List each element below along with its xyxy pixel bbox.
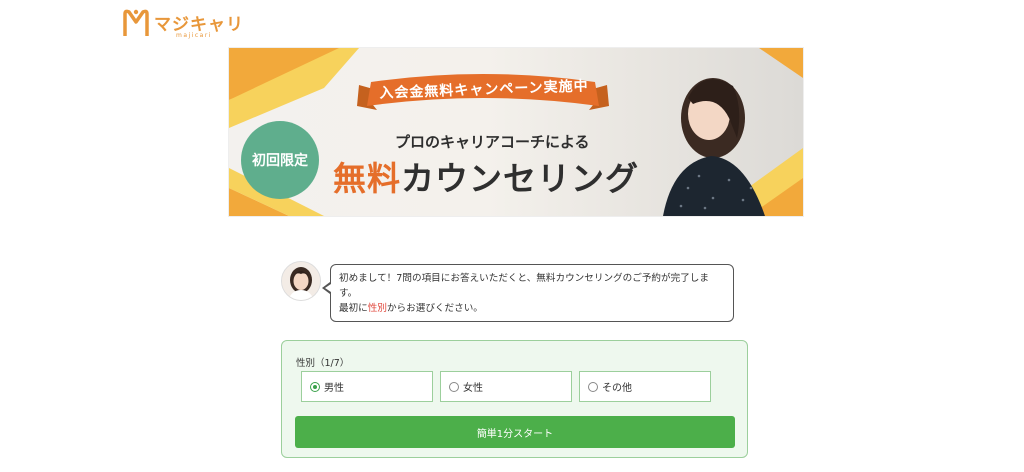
chat-line-3: 最初に性別からお選びください。 [339, 301, 725, 316]
question-label: 性別（1/7） [296, 358, 350, 369]
radio-checked-icon[interactable] [310, 381, 320, 392]
chat-line-1: 初めまして！7問の項目にお答えいただくと、無料カウンセリングのご予約が完了しま [339, 273, 709, 284]
banner-subheading: プロのキャリアコーチによる [395, 133, 590, 151]
logo-subtext: majicari [176, 32, 212, 39]
first-time-badge-text: 初回限定 [252, 153, 308, 169]
start-button[interactable]: 簡単1分スタート [295, 416, 735, 448]
option-male[interactable]: 男性 [301, 371, 433, 402]
gender-question-form: 性別（1/7） 男性 女性 その他 簡単1分スタート [281, 340, 748, 458]
chat-highlight-gender: 性別 [367, 303, 387, 314]
option-other[interactable]: その他 [579, 371, 711, 402]
option-female-label: 女性 [463, 383, 483, 394]
chat-bubble-tail-inner [325, 284, 331, 292]
avatar-face-icon [282, 262, 320, 300]
option-male-label: 男性 [324, 383, 344, 394]
logo[interactable]: マジキャリ majicari [122, 6, 252, 42]
chat-line-3-after: からお選びください。 [386, 303, 483, 314]
chat-line-3-before: 最初に [339, 303, 368, 314]
chat-bubble: 初めまして！7問の項目にお答えいただくと、無料カウンセリングのご予約が完了しま … [330, 264, 734, 322]
banner-headline-rest: カウンセリング [401, 159, 639, 198]
radio-unchecked-icon[interactable] [588, 381, 598, 392]
logo-mark-icon [123, 9, 149, 36]
banner-headline: 無料カウンセリング [333, 152, 639, 200]
banner-headline-accent: 無料 [333, 159, 401, 198]
chat-line-2: す。 [339, 288, 358, 299]
campaign-banner[interactable]: 入会金無料キャンペーン実施中 初回限定 プロのキャリアコーチによる 無料カウンセ… [228, 47, 804, 217]
option-other-label: その他 [602, 383, 632, 394]
assistant-avatar [281, 261, 321, 301]
option-female[interactable]: 女性 [440, 371, 572, 402]
first-time-badge: 初回限定 [241, 121, 319, 199]
radio-unchecked-icon[interactable] [449, 381, 459, 392]
